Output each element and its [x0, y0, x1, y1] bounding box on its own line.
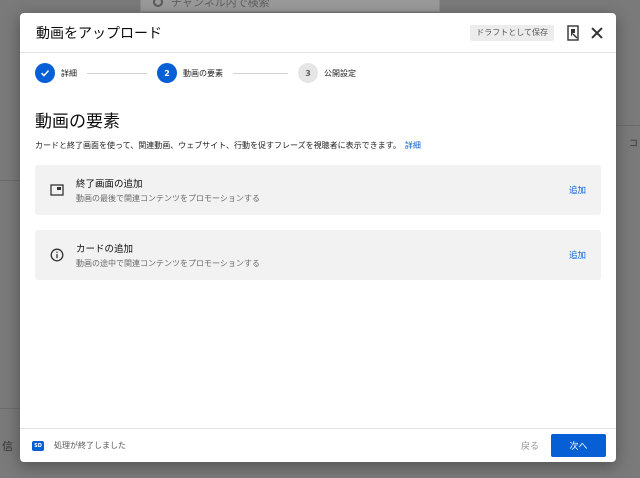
- card-text: カードの追加 動画の途中で関連コンテンツをプロモーションする: [76, 241, 569, 269]
- save-as-draft-button[interactable]: ドラフトとして保存: [470, 24, 554, 41]
- description-text: カードと終了画面を使って、関連動画、ウェブサイト、行動を促すフレーズを視聴者に表…: [35, 141, 401, 150]
- background-search-bar: チャンネル内で検索: [140, 0, 440, 12]
- step-label: 動画の要素: [183, 68, 223, 78]
- step-connector: [233, 72, 288, 74]
- page-description: カードと終了画面を使って、関連動画、ウェブサイト、行動を促すフレーズを視聴者に表…: [35, 140, 601, 151]
- step-details[interactable]: 詳細: [35, 63, 77, 83]
- next-button[interactable]: 次へ: [551, 434, 606, 457]
- step-visibility[interactable]: 3 公開設定: [298, 63, 356, 83]
- step-connector: [87, 72, 147, 74]
- feedback-icon[interactable]: [566, 24, 580, 41]
- card-title: カードの追加: [76, 244, 134, 255]
- search-icon: [153, 0, 163, 7]
- processing-status: 処理が終了しました: [54, 441, 126, 450]
- background-right-text: コ: [628, 139, 638, 149]
- card-title: 終了画面の追加: [76, 179, 143, 190]
- end-screen-card: 終了画面の追加 動画の最後で関連コンテンツをプロモーションする 追加: [35, 165, 601, 215]
- end-screen-icon: [50, 183, 64, 197]
- step-number: 3: [298, 63, 318, 83]
- step-label: 公開設定: [324, 68, 356, 78]
- main-content: 動画の要素 カードと終了画面を使って、関連動画、ウェブサイト、行動を促すフレーズ…: [20, 107, 616, 280]
- background-left-text: 信: [2, 440, 13, 453]
- dialog-footer: SD 処理が終了しました 戻る 次へ: [20, 428, 616, 462]
- back-button[interactable]: 戻る: [521, 439, 539, 452]
- card-subtitle: 動画の最後で関連コンテンツをプロモーションする: [76, 194, 260, 203]
- step-video-elements[interactable]: 2 動画の要素: [157, 63, 223, 83]
- dialog-header: 動画をアップロード ドラフトとして保存: [20, 13, 616, 53]
- card-subtitle: 動画の途中で関連コンテンツをプロモーションする: [76, 259, 260, 268]
- background-divider: [0, 408, 20, 409]
- cards-card: カードの追加 動画の途中で関連コンテンツをプロモーションする 追加: [35, 230, 601, 280]
- add-cards-button[interactable]: 追加: [569, 249, 586, 261]
- step-number: 2: [157, 63, 177, 83]
- add-end-screen-button[interactable]: 追加: [569, 184, 586, 196]
- dialog-title: 動画をアップロード: [36, 25, 162, 42]
- page-title: 動画の要素: [35, 112, 120, 132]
- step-label: 詳細: [61, 68, 77, 78]
- upload-dialog: 動画をアップロード ドラフトとして保存 詳細 2 動画の要素 3 公開設定 動画…: [20, 13, 616, 462]
- background-divider: [0, 180, 20, 181]
- info-icon: [50, 248, 64, 262]
- sd-badge: SD: [32, 440, 44, 451]
- upload-stepper: 詳細 2 動画の要素 3 公開設定: [20, 53, 616, 93]
- card-text: 終了画面の追加 動画の最後で関連コンテンツをプロモーションする: [76, 176, 569, 204]
- background-divider: [615, 125, 640, 126]
- background-search-placeholder: チャンネル内で検索: [171, 0, 270, 9]
- checkmark-icon: [35, 63, 55, 83]
- learn-more-link[interactable]: 詳細: [405, 141, 421, 150]
- close-icon[interactable]: [590, 26, 604, 40]
